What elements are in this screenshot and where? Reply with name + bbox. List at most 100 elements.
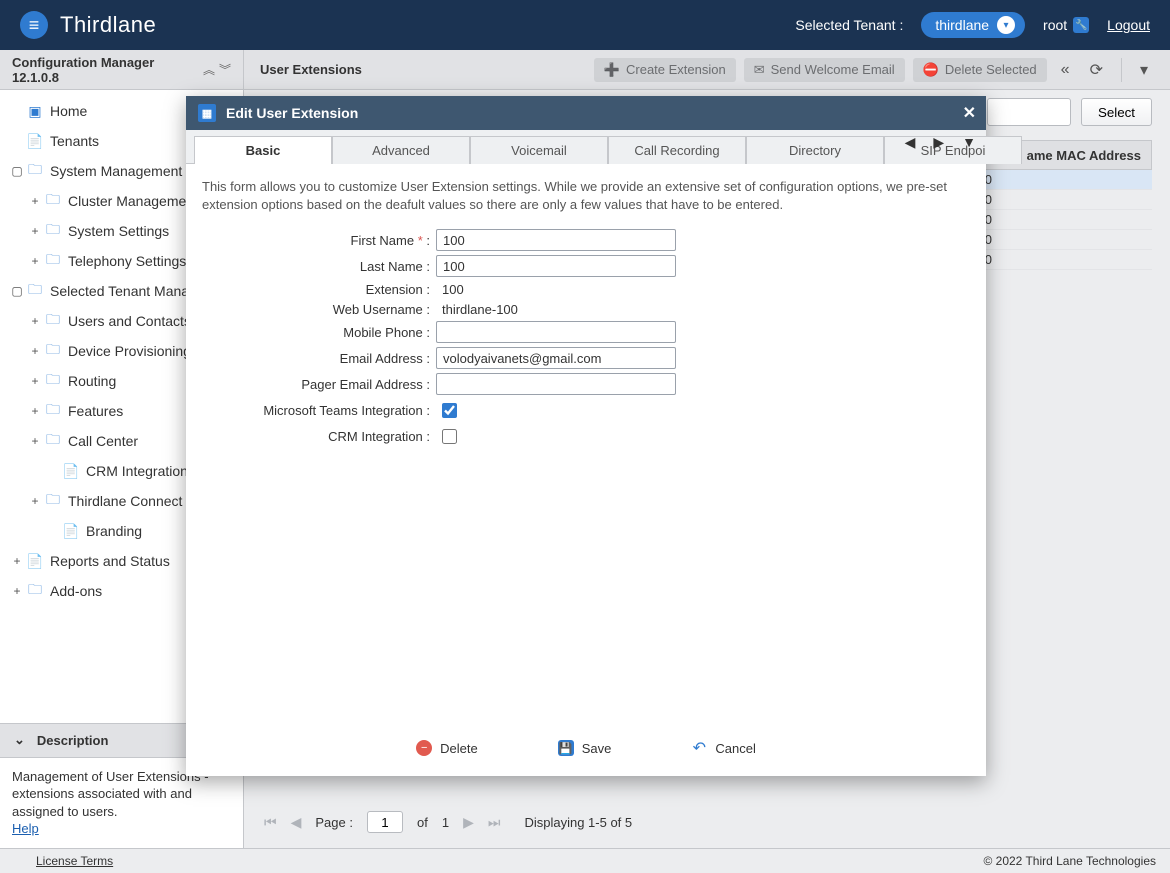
- filter-input[interactable]: [987, 98, 1071, 126]
- folder-icon: 🗀: [26, 159, 44, 183]
- last-name-input[interactable]: [436, 255, 676, 277]
- folder-icon: 🗀: [26, 579, 44, 603]
- copyright: © 2022 Third Lane Technologies: [983, 854, 1156, 868]
- of-label: of: [417, 815, 428, 830]
- plus-icon[interactable]: +: [28, 344, 42, 358]
- plus-icon[interactable]: +: [28, 374, 42, 388]
- mail-icon: ✉: [754, 62, 765, 78]
- plus-icon[interactable]: +: [10, 554, 24, 568]
- crm-checkbox[interactable]: [442, 429, 457, 444]
- tab-advanced[interactable]: Advanced: [332, 136, 470, 164]
- edit-extension-modal: ▦ Edit User Extension ✕ Basic Advanced V…: [186, 96, 986, 776]
- folder-icon: 🗀: [44, 189, 62, 213]
- modal-title: Edit User Extension: [226, 105, 358, 121]
- caret-down-icon[interactable]: ▾: [1134, 56, 1154, 84]
- extension-label: Extension :: [202, 282, 436, 297]
- pager-email-input[interactable]: [436, 373, 676, 395]
- tenant-name: thirdlane: [935, 17, 989, 33]
- save-button[interactable]: 💾 Save: [558, 740, 612, 756]
- modal-footer: − Delete 💾 Save ↶ Cancel: [186, 730, 986, 776]
- collapse-up-icon[interactable]: ︽: [203, 61, 215, 78]
- plus-icon[interactable]: +: [10, 584, 24, 598]
- tab-scroll-right-icon[interactable]: ▶: [933, 134, 944, 151]
- logo-icon: ≡: [20, 11, 48, 39]
- folder-icon: 🗀: [44, 309, 62, 333]
- plus-icon[interactable]: +: [28, 314, 42, 328]
- teams-checkbox[interactable]: [442, 403, 457, 418]
- first-name-input[interactable]: [436, 229, 676, 251]
- plus-icon[interactable]: +: [28, 494, 42, 508]
- tab-directory[interactable]: Directory: [746, 136, 884, 164]
- close-icon[interactable]: ✕: [963, 103, 976, 123]
- folder-icon: 🗀: [44, 339, 62, 363]
- tab-basic[interactable]: Basic: [194, 136, 332, 164]
- pager-email-label: Pager Email Address :: [202, 377, 436, 392]
- crm-label: CRM Integration :: [202, 429, 436, 444]
- plus-icon[interactable]: +: [28, 254, 42, 268]
- last-name-label: Last Name :: [202, 259, 436, 274]
- minus-icon[interactable]: ▢: [10, 284, 24, 298]
- chevron-left-icon[interactable]: «: [1055, 57, 1076, 83]
- mobile-phone-input[interactable]: [436, 321, 676, 343]
- plus-icon[interactable]: +: [28, 434, 42, 448]
- refresh-icon[interactable]: ⟳: [1084, 56, 1109, 84]
- chevron-down-icon[interactable]: ⌄: [14, 732, 25, 748]
- folder-icon: 🗀: [44, 369, 62, 393]
- chevron-down-icon: ▾: [997, 16, 1015, 34]
- pager: ⏮ ◀ Page : of 1 ▶ ⏭ Displaying 1-5 of 5: [258, 804, 1152, 840]
- modal-header: ▦ Edit User Extension ✕: [186, 96, 986, 130]
- email-input[interactable]: [436, 347, 676, 369]
- toolbar: Configuration Manager 12.1.0.8 ︽ ︾ User …: [0, 50, 1170, 90]
- help-link[interactable]: Help: [12, 821, 39, 836]
- folder-icon: 🗀: [44, 429, 62, 453]
- delete-button[interactable]: − Delete: [416, 740, 478, 756]
- tab-call-recording[interactable]: Call Recording: [608, 136, 746, 164]
- delete-icon: −: [416, 740, 432, 756]
- last-page-icon[interactable]: ⏭: [488, 814, 501, 831]
- divider: [1121, 58, 1122, 82]
- page-title: User Extensions: [260, 62, 362, 77]
- tab-scroll-left-icon[interactable]: ◀: [905, 134, 916, 151]
- folder-icon: 🗀: [44, 399, 62, 423]
- tenant-pill[interactable]: thirdlane ▾: [921, 12, 1025, 38]
- web-username-label: Web Username :: [202, 302, 436, 317]
- description-header: Description: [37, 733, 109, 748]
- minus-icon[interactable]: ▢: [10, 164, 24, 178]
- tab-dropdown-icon[interactable]: ▼: [962, 134, 976, 151]
- next-page-icon[interactable]: ▶: [463, 814, 474, 831]
- extension-value: 100: [442, 282, 464, 297]
- create-extension-button[interactable]: ➕ Create Extension: [594, 58, 736, 82]
- plus-icon[interactable]: +: [28, 404, 42, 418]
- send-welcome-button[interactable]: ✉ Send Welcome Email: [744, 58, 905, 82]
- pager-display: Displaying 1-5 of 5: [524, 815, 632, 830]
- cancel-button[interactable]: ↶ Cancel: [691, 740, 755, 756]
- web-username-value: thirdlane-100: [442, 302, 518, 317]
- logout-link[interactable]: Logout: [1107, 17, 1150, 33]
- topbar: ≡ Thirdlane Selected Tenant : thirdlane …: [0, 0, 1170, 50]
- page-input[interactable]: [367, 811, 403, 833]
- save-icon: 💾: [558, 740, 574, 756]
- tab-voicemail[interactable]: Voicemail: [470, 136, 608, 164]
- first-page-icon[interactable]: ⏮: [264, 814, 277, 831]
- folder-icon: 🗀: [44, 249, 62, 273]
- toolbar-left: Configuration Manager 12.1.0.8 ︽ ︾: [0, 50, 244, 89]
- license-link[interactable]: License Terms: [36, 854, 113, 868]
- delete-selected-button[interactable]: ⛔ Delete Selected: [913, 58, 1047, 82]
- select-button[interactable]: Select: [1081, 98, 1152, 126]
- brand: Thirdlane: [60, 12, 156, 38]
- mobile-phone-label: Mobile Phone :: [202, 325, 436, 340]
- page-label: Page :: [315, 815, 353, 830]
- window-icon: ▦: [198, 104, 216, 122]
- page-icon: 📄: [62, 523, 80, 540]
- modal-tabs: Basic Advanced Voicemail Call Recording …: [186, 130, 986, 164]
- teams-label: Microsoft Teams Integration :: [202, 403, 436, 418]
- user-box[interactable]: root 🔧: [1043, 17, 1089, 33]
- plus-icon[interactable]: +: [28, 224, 42, 238]
- folder-icon: 🗀: [44, 219, 62, 243]
- prev-page-icon[interactable]: ◀: [291, 814, 302, 831]
- plus-icon[interactable]: +: [28, 194, 42, 208]
- wrench-icon: 🔧: [1073, 17, 1089, 33]
- expand-down-icon[interactable]: ︾: [219, 61, 231, 78]
- home-icon: ▣: [26, 103, 44, 120]
- col-header-mac: ame MAC Address: [1027, 148, 1141, 163]
